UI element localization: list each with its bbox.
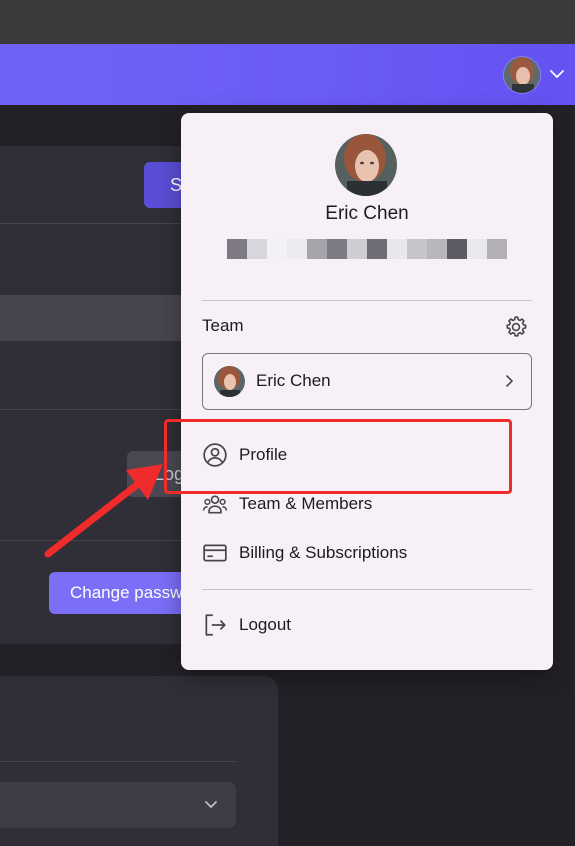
avatar-photo-icon (214, 366, 245, 397)
divider (0, 540, 210, 541)
redacted-email (227, 239, 507, 259)
avatar-photo-icon (504, 57, 540, 93)
browser-top-strip (0, 0, 575, 44)
chevron-down-icon[interactable] (548, 66, 566, 82)
divider (0, 409, 210, 410)
user-name: Eric Chen (325, 203, 409, 224)
menu-divider (202, 589, 532, 590)
gear-icon[interactable] (503, 314, 529, 340)
logout-icon (205, 614, 226, 636)
change-password-button[interactable]: Change passw (49, 572, 199, 614)
team-selector[interactable] (202, 353, 532, 410)
team-name: Eric Chen (256, 371, 331, 390)
menu-divider (202, 300, 532, 301)
settings-field[interactable] (0, 295, 210, 341)
header-avatar[interactable] (503, 56, 541, 94)
select-field[interactable] (0, 782, 236, 828)
menu-item-label: Team & Members (239, 494, 373, 513)
team-avatar (214, 366, 245, 397)
menu-item-billing[interactable]: Billing & Subscriptions (202, 533, 532, 573)
avatar-photo-icon (335, 134, 397, 196)
app-header (0, 44, 575, 105)
menu-item-logout[interactable]: Logout (202, 605, 532, 645)
menu-item-label: Logout (239, 615, 291, 634)
annotation-highlight-box (164, 419, 512, 494)
menu-item-label: Billing & Subscriptions (239, 543, 408, 562)
users-icon (202, 495, 228, 514)
chevron-down-icon (205, 801, 217, 808)
team-label: Team (202, 316, 244, 335)
settings-panel (0, 146, 210, 644)
divider (0, 761, 236, 762)
chevron-right-icon (506, 375, 513, 387)
divider (0, 223, 210, 224)
credit-card-icon (203, 544, 227, 562)
menu-avatar (335, 134, 397, 196)
